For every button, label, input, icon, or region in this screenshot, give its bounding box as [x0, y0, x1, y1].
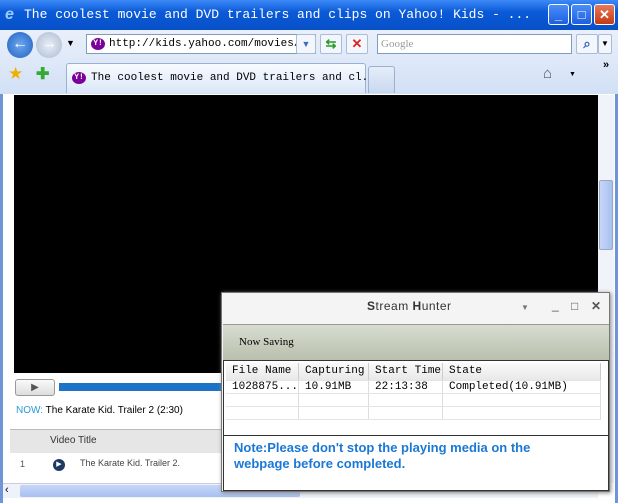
col-file-name[interactable]: File Name [226, 363, 300, 381]
tab-yahoo-kids[interactable]: Y! The coolest movie and DVD trailers an… [66, 63, 381, 93]
now-playing: NOW: The Karate Kid. Trailer 2 (2:30) [16, 405, 183, 416]
now-title: The Karate Kid. Trailer 2 (2:30) [45, 405, 183, 416]
add-favorites-icon[interactable]: ✚ [36, 64, 49, 84]
title-bar: e The coolest movie and DVD trailers and… [0, 0, 618, 30]
play-button[interactable]: ▶ [15, 379, 55, 396]
url-text: http://kids.yahoo.com/movies/vi [109, 38, 314, 50]
sh-menu-dropdown-icon[interactable]: ▼ [521, 303, 529, 312]
close-button[interactable]: ✕ [594, 4, 615, 25]
forward-button[interactable]: → [36, 32, 62, 58]
cell-file: 1028875... [226, 380, 300, 394]
search-button[interactable]: ⌕ [576, 34, 598, 54]
playlist-header: Video Title [10, 429, 222, 453]
row-number: 1 [20, 459, 26, 469]
yahoo-favicon-icon: Y! [91, 38, 105, 50]
refresh-button[interactable]: ⇆ [320, 34, 342, 54]
maximize-button[interactable]: □ [571, 4, 592, 25]
title-tream: tream [375, 299, 413, 313]
scroll-thumb[interactable] [599, 180, 613, 250]
home-dropdown-icon[interactable]: ▼ [569, 71, 576, 78]
home-icon[interactable]: ⌂ [543, 65, 552, 82]
capture-table: File Name Capturing Start Time State 102… [226, 363, 601, 420]
ie-logo-icon: e [5, 6, 14, 23]
search-input[interactable]: Google [377, 34, 572, 54]
col-start-time[interactable]: Start Time [368, 363, 444, 381]
status-text: Now Saving [239, 336, 294, 348]
address-dropdown-button[interactable]: ▼ [296, 34, 316, 54]
stream-hunter-window: Stream Hunter ▼ _ □ ✕ Now Saving File Na… [221, 292, 610, 492]
stop-button[interactable]: ✕ [346, 34, 368, 54]
yahoo-favicon-icon: Y! [72, 72, 86, 84]
sh-maximize-button[interactable]: □ [571, 299, 578, 313]
sh-minimize-button[interactable]: _ [552, 298, 559, 312]
address-bar[interactable]: Y! http://kids.yahoo.com/movies/vi [86, 34, 316, 54]
more-tools-icon[interactable]: » [603, 59, 609, 71]
history-dropdown-icon[interactable]: ▼ [66, 38, 75, 48]
title-h: H [412, 299, 422, 313]
note-area: Note:Please don't stop the playing media… [223, 436, 609, 491]
tab-label: The coolest movie and DVD trailers and c… [91, 72, 382, 84]
sh-title: Stream Hunter [367, 299, 452, 313]
status-bar: Now Saving [223, 324, 609, 360]
empty-row [226, 393, 601, 407]
empty-row [226, 406, 601, 420]
col-state[interactable]: State [442, 363, 601, 381]
back-button[interactable]: ← [7, 32, 33, 58]
title-unter: unter [421, 299, 452, 313]
playlist-row[interactable]: 1 ▶ The Karate Kid. Trailer 2. [10, 453, 222, 483]
table-header: File Name Capturing Start Time State [226, 363, 601, 381]
window-title: The coolest movie and DVD trailers and c… [24, 7, 532, 22]
title-s: S [367, 299, 376, 313]
play-circle-icon[interactable]: ▶ [53, 459, 65, 471]
col-capturing[interactable]: Capturing [298, 363, 370, 381]
scroll-left-icon[interactable]: ‹ [5, 484, 9, 496]
row-title: The Karate Kid. Trailer 2. [80, 458, 181, 468]
capture-list: File Name Capturing Start Time State 102… [223, 360, 609, 436]
note-text: Note:Please don't stop the playing media… [234, 440, 531, 471]
cell-start: 22:13:38 [368, 380, 444, 394]
minimize-button[interactable]: _ [548, 4, 569, 25]
now-label: NOW: [16, 405, 44, 416]
new-tab-button[interactable] [368, 66, 395, 93]
table-row[interactable]: 1028875... 10.91MB 22:13:38 Completed(10… [226, 380, 601, 394]
cell-capturing: 10.91MB [298, 380, 370, 394]
search-options-button[interactable]: ▼ [598, 34, 612, 54]
sh-close-button[interactable]: ✕ [591, 299, 601, 313]
favorites-star-icon[interactable]: ★ [8, 64, 23, 84]
cell-state: Completed(10.91MB) [442, 380, 601, 394]
column-video-title: Video Title [50, 435, 97, 446]
